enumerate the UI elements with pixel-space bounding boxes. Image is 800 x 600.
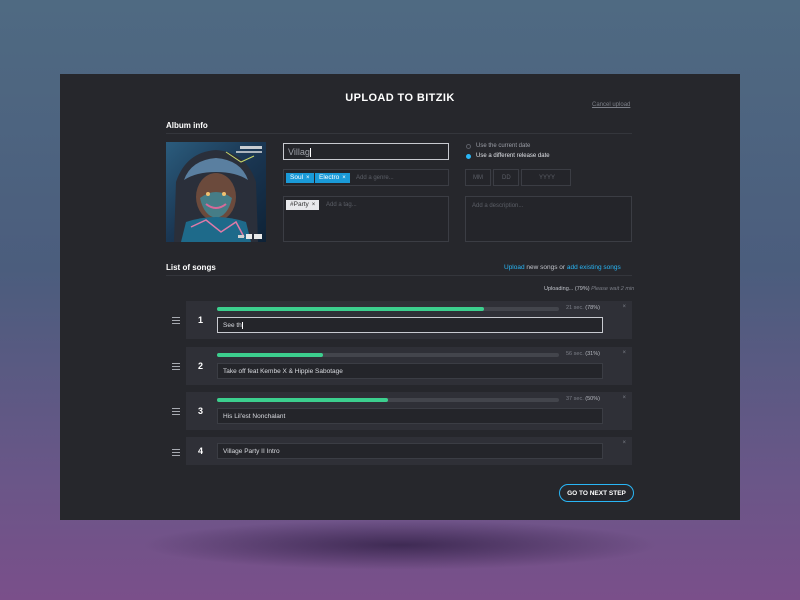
song-title-value: See th [223, 322, 242, 330]
album-cover-image[interactable] [166, 142, 266, 242]
upload-progress-bar [217, 353, 559, 357]
genre-tag-label: Electro [319, 174, 340, 181]
radio-label: Use a different release date [476, 153, 550, 159]
next-step-button[interactable]: GO TO NEXT STEP [559, 484, 634, 502]
song-title-input[interactable]: See th [217, 317, 603, 333]
songs-actions: Upload new songs or add existing songs [504, 264, 621, 271]
remove-song-icon[interactable]: × [622, 440, 626, 446]
progress-percent: (50%) [585, 396, 600, 402]
song-number: 4 [198, 446, 204, 456]
song-row: 3 37 sec. (50%) × His Lil'est Nonchalant [186, 392, 632, 430]
upload-progress-bar [217, 398, 559, 402]
panel-shadow [140, 520, 660, 570]
month-field[interactable]: MM [465, 169, 491, 186]
time-remaining: 37 sec. [566, 396, 584, 402]
upload-wait-text: Please wait 2 min [591, 286, 635, 292]
progress-label: 56 sec. (31%) [566, 351, 600, 357]
radio-off-icon [466, 143, 471, 149]
upload-progress-bar [217, 307, 559, 311]
songs-divider [166, 275, 632, 276]
song-number: 2 [198, 361, 204, 371]
upload-progress-fill [217, 307, 484, 311]
song-title-input[interactable]: Take off feat Kembe X & Hippie Sabotage [217, 363, 603, 379]
day-field[interactable]: DD [493, 169, 519, 186]
album-divider [166, 133, 632, 134]
drag-handle-icon[interactable] [172, 363, 180, 372]
tag-party: #Party × [286, 200, 320, 210]
genre-tag-electro: Electro × [315, 173, 350, 183]
tag-label: #Party [290, 201, 309, 208]
remove-tag-icon[interactable]: × [312, 202, 316, 208]
album-title-input[interactable]: Villag [283, 143, 449, 160]
song-title-input[interactable]: Village Party II Intro [217, 443, 603, 459]
remove-song-icon[interactable]: × [622, 304, 626, 310]
song-row: 2 56 sec. (31%) × Take off feat Kembe X … [186, 347, 632, 385]
remove-song-icon[interactable]: × [622, 350, 626, 356]
description-placeholder: Add a description... [472, 203, 524, 209]
songs-heading: List of songs [166, 263, 216, 272]
cancel-upload-link[interactable]: Cancel upload [592, 102, 630, 108]
add-existing-songs-link[interactable]: add existing songs [567, 264, 621, 271]
song-title-value: Take off feat Kembe X & Hippie Sabotage [223, 368, 343, 375]
page-title: UPLOAD TO BITZIK [345, 92, 455, 104]
time-remaining: 21 sec. [566, 305, 584, 311]
song-row: 1 21 sec. (78%) × See th [186, 301, 632, 339]
drag-handle-icon[interactable] [172, 449, 180, 458]
song-title-value: Village Party II Intro [223, 448, 280, 455]
songs-actions-text: new songs or [526, 264, 566, 271]
tag-placeholder: Add a tag... [326, 202, 357, 208]
radio-different-date[interactable]: Use a different release date [466, 153, 550, 159]
upload-progress-fill [217, 398, 388, 402]
upload-panel: UPLOAD TO BITZIK Cancel upload Album inf… [60, 74, 740, 520]
album-cover-art-graphic [166, 142, 266, 242]
progress-percent: (31%) [585, 351, 600, 357]
drag-handle-icon[interactable] [172, 317, 180, 326]
month-placeholder: MM [473, 175, 483, 181]
description-field[interactable]: Add a description... [465, 196, 632, 242]
upload-songs-link[interactable]: Upload [504, 264, 525, 271]
genre-tag-label: Soul [290, 174, 304, 181]
remove-genre-icon[interactable]: × [342, 175, 346, 181]
year-placeholder: YYYY [539, 175, 556, 181]
genre-placeholder: Add a genre... [356, 175, 394, 181]
song-title-value: His Lil'est Nonchalant [223, 413, 286, 420]
radio-label: Use the current date [476, 143, 531, 149]
song-number: 1 [198, 315, 204, 325]
genre-tag-soul: Soul × [286, 173, 314, 183]
album-info-heading: Album info [166, 121, 208, 130]
day-placeholder: DD [502, 175, 511, 181]
progress-label: 37 sec. (50%) [566, 396, 600, 402]
song-title-input[interactable]: His Lil'est Nonchalant [217, 408, 603, 424]
upload-status-text: Uploading... (79%) [544, 286, 590, 292]
remove-song-icon[interactable]: × [622, 395, 626, 401]
progress-label: 21 sec. (78%) [566, 305, 600, 311]
upload-progress-fill [217, 353, 324, 357]
radio-on-icon [466, 153, 471, 159]
time-remaining: 56 sec. [566, 351, 584, 357]
progress-percent: (78%) [585, 305, 600, 311]
radio-current-date[interactable]: Use the current date [466, 143, 530, 149]
song-number: 3 [198, 406, 204, 416]
upload-status: Uploading... (79%) Please wait 2 min [544, 286, 634, 292]
drag-handle-icon[interactable] [172, 408, 180, 417]
text-cursor [241, 322, 243, 329]
text-cursor [309, 148, 311, 158]
song-row: 4 × Village Party II Intro [186, 437, 632, 465]
album-title-value: Villag [288, 147, 310, 157]
year-field[interactable]: YYYY [521, 169, 571, 186]
remove-genre-icon[interactable]: × [306, 175, 310, 181]
